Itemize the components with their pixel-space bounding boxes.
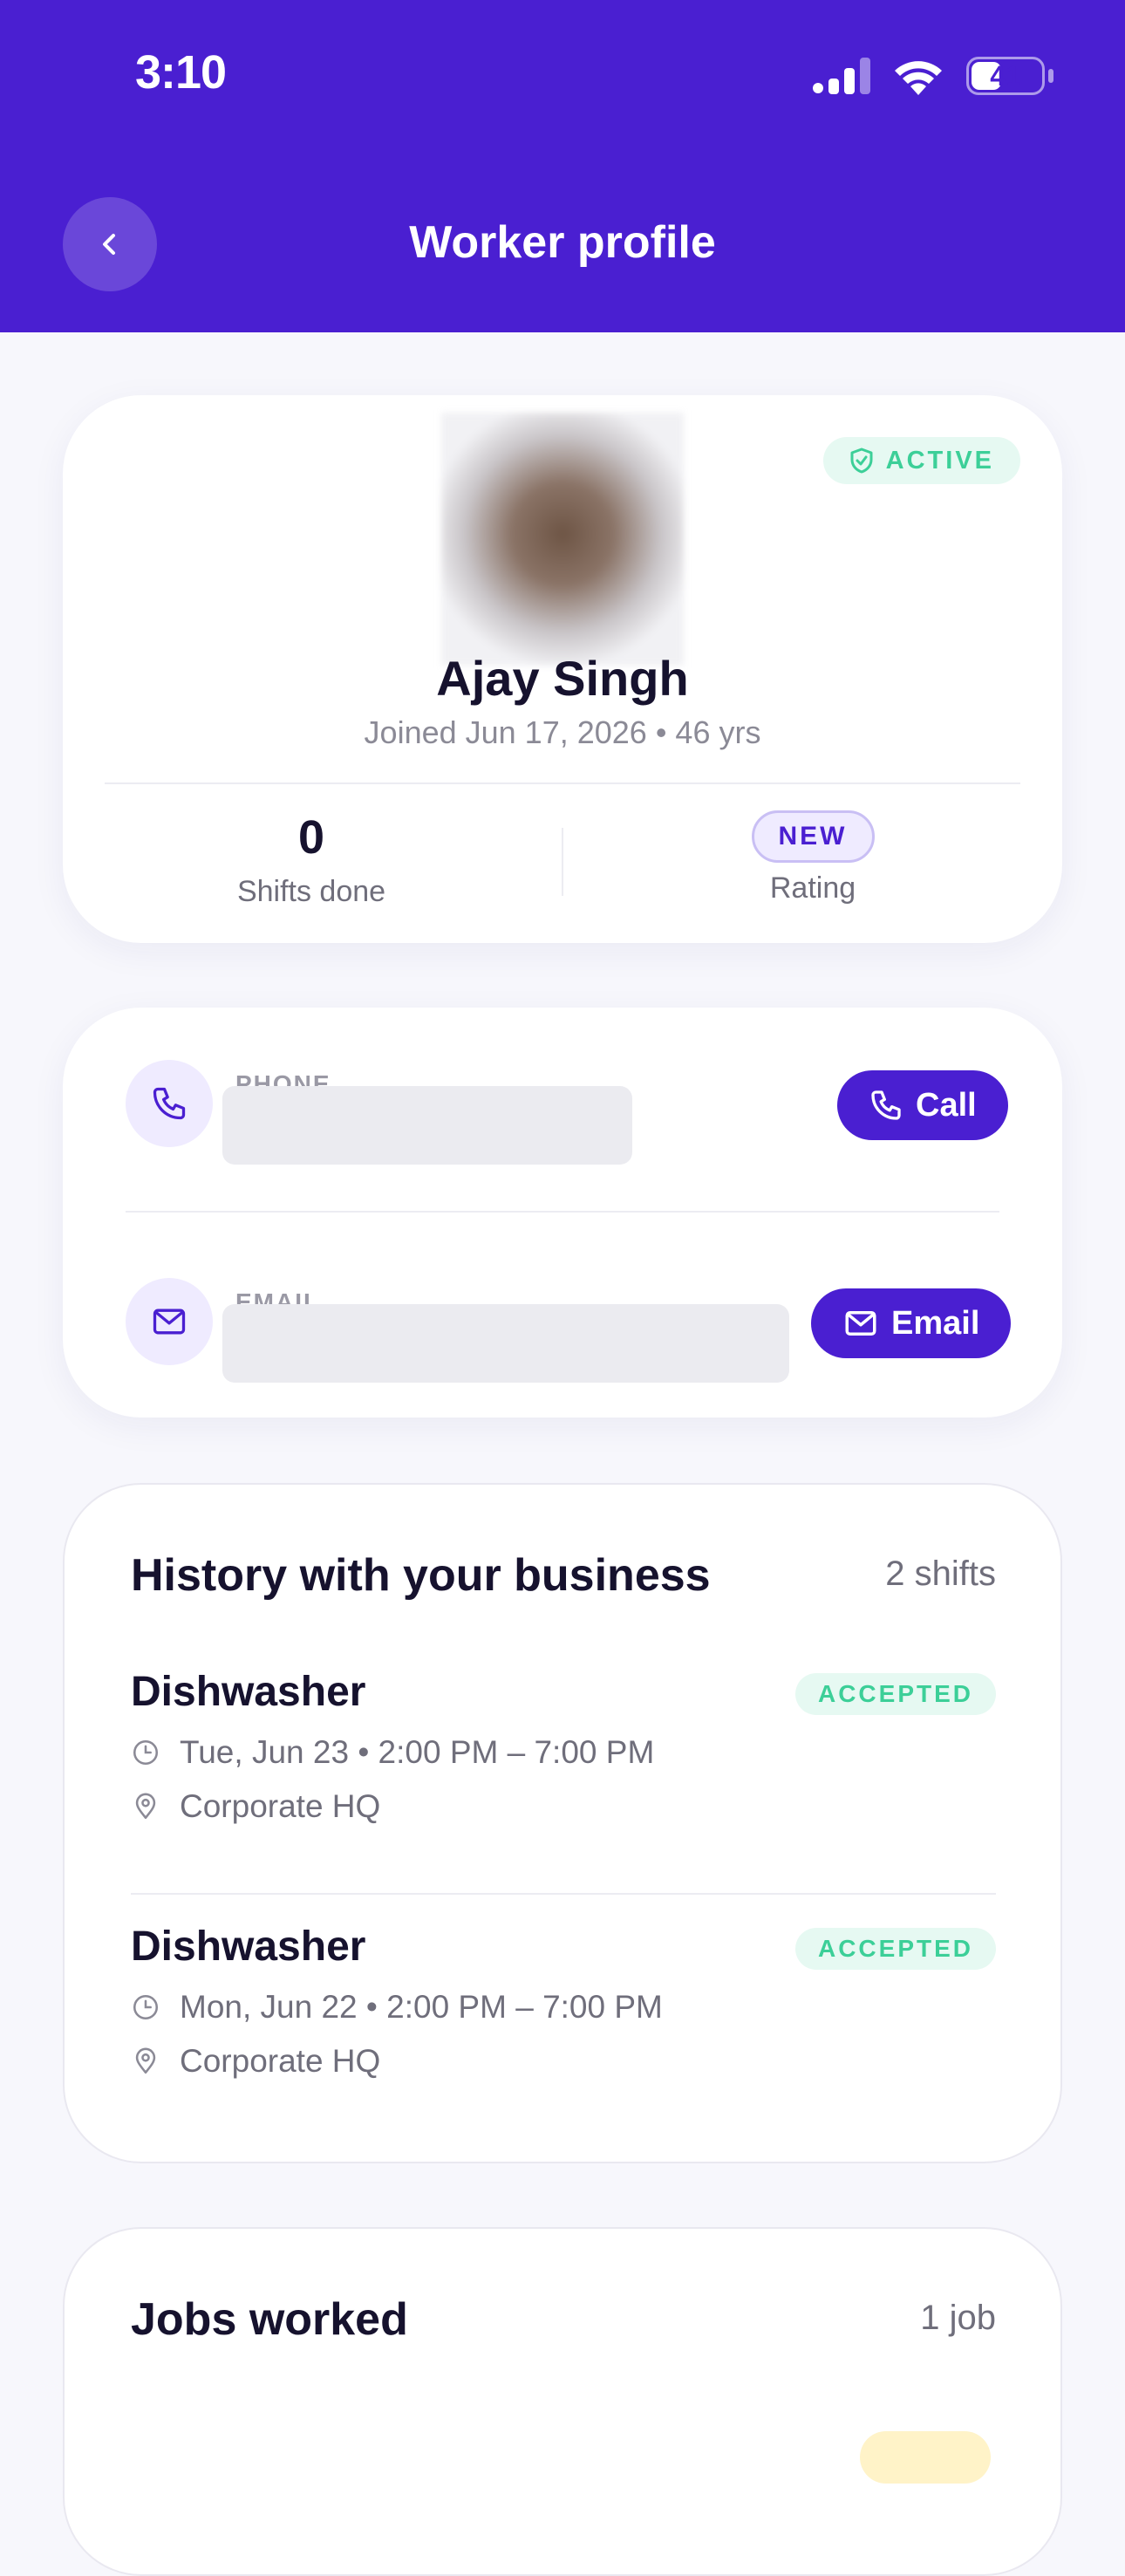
- mail-icon: [845, 1311, 876, 1336]
- jobs-card: Jobs worked 1 job: [63, 2227, 1062, 2576]
- divider: [126, 1211, 999, 1213]
- email-button[interactable]: Email: [811, 1288, 1012, 1358]
- shifts-done-label: Shifts done: [236, 875, 386, 908]
- shift-time: Mon, Jun 22 • 2:00 PM – 7:00 PM: [180, 1989, 663, 2025]
- shift-time-row: Tue, Jun 23 • 2:00 PM – 7:00 PM: [131, 1734, 654, 1771]
- shift-time-row: Mon, Jun 22 • 2:00 PM – 7:00 PM: [131, 1989, 663, 2026]
- status-badge: ACTIVE: [822, 437, 1020, 484]
- rating-label: Rating: [769, 871, 856, 905]
- shift-role: Dishwasher: [131, 1923, 366, 1970]
- phone-icon: [153, 1087, 186, 1120]
- phone-icon: [871, 1090, 901, 1120]
- shift-item[interactable]: Dishwasher ACCEPTED Tue, Jun 23 • 2:00 P…: [131, 1668, 996, 1842]
- mail-icon: [153, 1308, 186, 1335]
- wifi-icon: [895, 61, 942, 95]
- battery-tip: [1048, 69, 1053, 83]
- rating-badge: NEW: [751, 810, 875, 863]
- worker-name: Ajay Singh: [436, 651, 689, 706]
- status-icons: 41: [813, 54, 1053, 98]
- phone-value-redacted: [222, 1086, 632, 1165]
- divider: [131, 1893, 996, 1895]
- map-pin-icon: [135, 2047, 156, 2074]
- shift-location: Corporate HQ: [180, 1788, 381, 1824]
- jobs-title: Jobs worked: [131, 2294, 408, 2345]
- page-title: Worker profile: [409, 217, 716, 268]
- shift-status-badge: ACCEPTED: [794, 1928, 996, 1970]
- shifts-done-stat: 0 Shifts done: [63, 810, 560, 909]
- map-pin-icon: [135, 1793, 156, 1820]
- shift-time: Tue, Jun 23 • 2:00 PM – 7:00 PM: [180, 1734, 655, 1770]
- rating-stat: NEW Rating: [563, 810, 1062, 905]
- job-status-badge: [860, 2431, 991, 2484]
- jobs-count: 1 job: [920, 2299, 996, 2337]
- battery-level: 41: [990, 59, 1021, 92]
- status-time: 3:10: [135, 46, 227, 99]
- email-value-redacted: [222, 1304, 789, 1383]
- email-button-label: Email: [891, 1304, 980, 1342]
- shift-location-row: Corporate HQ: [131, 1788, 380, 1825]
- clock-icon: [133, 1739, 159, 1766]
- shift-location: Corporate HQ: [180, 2043, 381, 2079]
- history-card: History with your business 2 shifts Dish…: [63, 1483, 1062, 2163]
- worker-subtitle: Joined Jun 17, 2026 • 46 yrs: [364, 714, 761, 750]
- status-badge-label: ACTIVE: [885, 446, 994, 475]
- call-button[interactable]: Call: [837, 1070, 1008, 1140]
- profile-card: ACTIVE Ajay Singh Joined Jun 17, 2026 • …: [63, 395, 1062, 943]
- signal-icon: [813, 58, 870, 94]
- phone-icon-badge: [126, 1060, 213, 1147]
- app-header: 3:10 41 Worker profile: [0, 0, 1125, 332]
- shifts-done-value: 0: [297, 811, 325, 864]
- email-icon-badge: [126, 1278, 213, 1365]
- shield-check-icon: [850, 448, 873, 474]
- call-button-label: Call: [916, 1086, 977, 1124]
- battery-icon: 41: [966, 57, 1045, 95]
- contact-card: PHONE Call EMAIL Email: [63, 1008, 1062, 1418]
- divider: [105, 782, 1020, 784]
- shift-item[interactable]: Dishwasher ACCEPTED Mon, Jun 22 • 2:00 P…: [131, 1923, 996, 2097]
- history-count: 2 shifts: [885, 1554, 996, 1593]
- shift-status-badge: ACCEPTED: [794, 1673, 996, 1715]
- clock-icon: [133, 1994, 159, 2020]
- shift-role: Dishwasher: [131, 1669, 366, 1715]
- avatar: [441, 413, 684, 666]
- history-title: History with your business: [131, 1550, 711, 1601]
- shift-location-row: Corporate HQ: [131, 2043, 380, 2080]
